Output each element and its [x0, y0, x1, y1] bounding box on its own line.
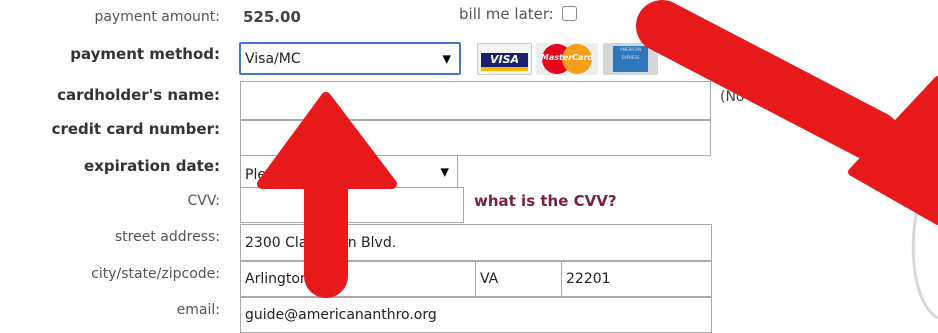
- payment-page: { "payment_amount": {"label": "payment a…: [0, 0, 938, 333]
- background-circle-arc: [911, 159, 938, 320]
